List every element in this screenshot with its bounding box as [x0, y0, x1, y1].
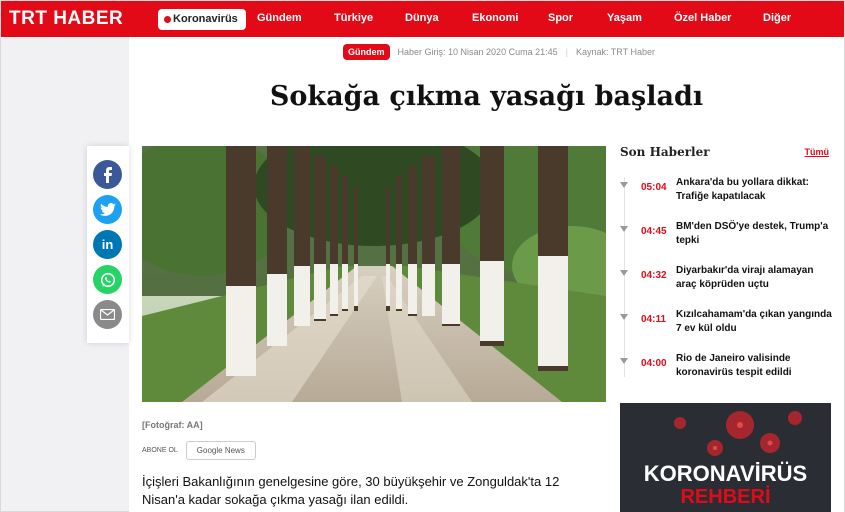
timeline-marker-icon	[620, 182, 628, 188]
promo-title: KORONAVİRÜS	[643, 461, 808, 486]
news-item[interactable]: 04:45 BM'den DSÖ'ye destek, Trump'a tepk…	[620, 220, 840, 260]
nav-item-spor[interactable]: Spor	[548, 12, 573, 24]
publish-date: Haber Giriş: 10 Nisan 2020 Cuma 21:45	[397, 47, 558, 57]
news-time: 04:45	[641, 226, 667, 237]
news-time: 04:32	[641, 270, 667, 281]
nav-item-ekonomi[interactable]: Ekonomi	[472, 12, 518, 24]
linkedin-icon[interactable]: in	[93, 230, 122, 259]
subscribe-row: ABONE OL Google News	[142, 441, 256, 460]
news-title: Rio de Janeiro valisinde koronavirüs tes…	[676, 353, 792, 378]
news-item[interactable]: 05:04 Ankara'da bu yollara dikkat: Trafi…	[620, 176, 840, 216]
timeline-marker-icon	[620, 270, 628, 276]
meta-separator: |	[565, 47, 568, 57]
news-time: 05:04	[641, 182, 667, 193]
nav-item-gundem[interactable]: Gündem	[257, 12, 302, 24]
promo-subtitle: REHBERİ	[680, 486, 771, 508]
nav-item-koronavirus[interactable]: Koronavirüs	[158, 9, 246, 30]
share-bar: in	[87, 146, 129, 343]
article-lead: İçişleri Bakanlığının genelgesine göre, …	[142, 474, 560, 507]
news-item[interactable]: 04:32 Diyarbakır'da virajı alamayan araç…	[620, 264, 840, 304]
news-time: 04:11	[641, 314, 667, 325]
twitter-icon[interactable]	[93, 195, 122, 224]
news-title: BM'den DSÖ'ye destek, Trump'a tepki	[676, 221, 829, 246]
news-title: Kızılcahamam'da çıkan yangında 7 ev kül …	[676, 309, 832, 334]
article-meta: Gündem Haber Giriş: 10 Nisan 2020 Cuma 2…	[343, 43, 655, 61]
article-source: Kaynak: TRT Haber	[575, 47, 655, 57]
nav-item-ozel-haber[interactable]: Özel Haber	[674, 12, 731, 24]
google-news-button[interactable]: Google News	[185, 441, 256, 460]
nav-item-dunya[interactable]: Dünya	[405, 12, 439, 24]
news-time: 04:00	[641, 358, 667, 369]
photo-caption: [Fotoğraf: AA]	[142, 420, 203, 430]
news-title: Ankara'da bu yollara dikkat: Trafiğe kap…	[676, 177, 809, 202]
subscribe-label: ABONE OL	[142, 447, 178, 454]
top-navigation-bar: TRT HABER Koronavirüs Gündem Türkiye Dün…	[1, 1, 844, 37]
email-icon[interactable]	[93, 300, 122, 329]
trt-haber-logo[interactable]: TRT HABER	[9, 8, 123, 30]
article-photo[interactable]	[142, 146, 606, 402]
whatsapp-icon[interactable]	[93, 265, 122, 294]
timeline-marker-icon	[620, 314, 628, 320]
timeline-marker-icon	[620, 358, 628, 364]
timeline-marker-icon	[620, 226, 628, 232]
news-item[interactable]: 04:00 Rio de Janeiro valisinde koronavir…	[620, 352, 840, 392]
news-title: Diyarbakır'da virajı alamayan araç köprü…	[676, 265, 814, 290]
latest-news-title: Son Haberler	[620, 145, 710, 159]
latest-news-all-link[interactable]: Tümü	[805, 147, 830, 157]
facebook-icon[interactable]	[93, 160, 122, 189]
nav-item-diger[interactable]: Diğer	[763, 12, 791, 24]
news-item[interactable]: 04:11 Kızılcahamam'da çıkan yangında 7 e…	[620, 308, 840, 348]
article-headline: Sokağa çıkma yasağı başladı	[269, 81, 704, 112]
nav-item-turkiye[interactable]: Türkiye	[334, 12, 373, 24]
live-dot-icon	[164, 16, 171, 23]
category-badge[interactable]: Gündem	[343, 44, 390, 60]
nav-item-yasam[interactable]: Yaşam	[607, 12, 642, 24]
nav-item-label: Koronavirüs	[173, 13, 238, 25]
